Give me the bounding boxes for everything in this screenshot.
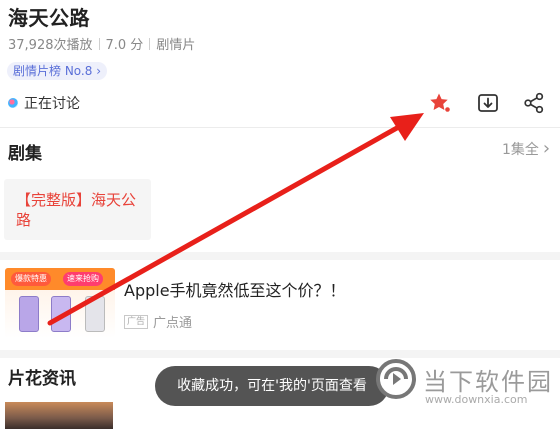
episodes-section-title: 剧集	[8, 144, 42, 164]
discussing-label: 正在讨论	[24, 96, 80, 112]
download-icon	[478, 94, 498, 112]
ad-source-row: 广告 广点通	[124, 312, 192, 331]
phone-image	[51, 296, 71, 332]
favorite-button[interactable]	[427, 90, 453, 116]
discussion-avatar-icon	[8, 98, 18, 108]
episode-count-link[interactable]: 1集全 ›	[502, 139, 550, 159]
play-count: 37,928次播放	[8, 38, 93, 53]
phone-image	[19, 296, 39, 332]
episode-count: 1集全	[502, 142, 539, 158]
episode-item[interactable]: 【完整版】海天公路	[4, 179, 151, 240]
news-section-title: 片花资讯	[8, 369, 76, 389]
divider	[0, 127, 560, 128]
meta-separator	[98, 38, 100, 50]
section-divider	[0, 350, 560, 358]
star-icon	[430, 93, 450, 112]
share-button[interactable]	[521, 90, 547, 116]
rank-tag[interactable]: 剧情片榜 No.8 ›	[7, 62, 108, 80]
episode-label: 【完整版】海天公路	[16, 191, 137, 229]
chevron-right-icon: ›	[542, 138, 551, 159]
ad-badge: 广告	[124, 314, 149, 329]
watermark-url: www.downxia.com	[425, 393, 528, 406]
chevron-right-icon: ›	[96, 64, 102, 78]
video-title: 海天公路	[8, 6, 90, 30]
ad-source: 广点通	[153, 316, 193, 331]
ad-banner-right-label: 速来抢购	[63, 272, 103, 286]
section-divider	[0, 252, 560, 260]
ad-thumbnail[interactable]: 爆款特惠 速来抢购	[5, 268, 115, 338]
download-button[interactable]	[475, 90, 501, 116]
toast-message: 收藏成功，可在'我的'页面查看	[155, 366, 389, 406]
ad-banner-left-label: 爆款特惠	[11, 272, 51, 286]
news-thumbnail[interactable]	[5, 402, 113, 429]
video-meta: 37,928次播放 7.0 分剧情片	[8, 34, 195, 53]
share-icon	[524, 92, 544, 114]
ad-title[interactable]: Apple手机竟然低至这个价？！	[124, 277, 346, 301]
genre: 剧情片	[156, 38, 196, 53]
discussing-row[interactable]: 正在讨论	[8, 93, 80, 113]
meta-separator	[149, 38, 151, 50]
rank-tag-label: 剧情片榜 No.8	[13, 64, 93, 78]
rating: 7.0 分	[105, 38, 144, 53]
phone-image	[85, 296, 105, 332]
watermark-name: 当下软件园	[423, 368, 553, 396]
watermark-logo-icon	[376, 359, 416, 399]
